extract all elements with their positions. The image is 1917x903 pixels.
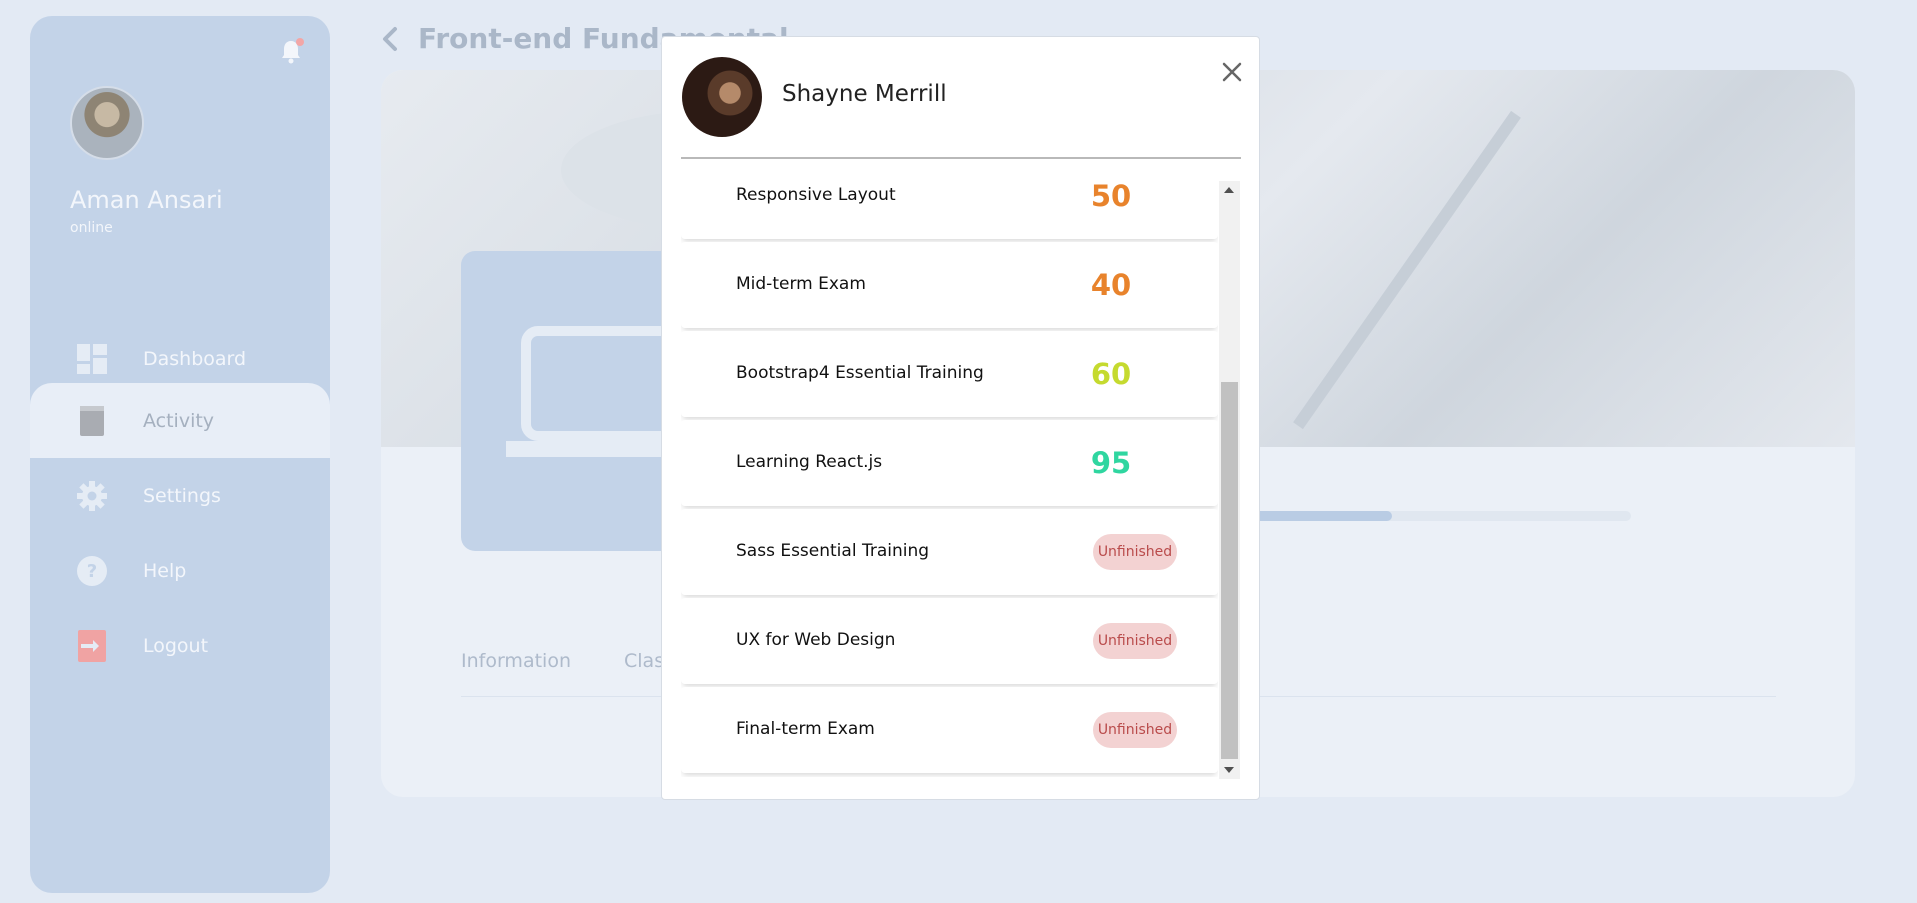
course-progress-fill — [1251, 511, 1392, 521]
scores-list[interactable]: Responsive Layout 50 Mid-term Exam 40 Bootst… — [681, 181, 1218, 777]
nav-help-label: Help — [143, 559, 187, 582]
score-value: 40 — [1090, 268, 1132, 302]
nav-dashboard-label: Dashboard — [143, 347, 247, 370]
back-chevron-icon[interactable] — [380, 26, 400, 52]
score-row[interactable]: Final-term Exam Unfinished — [681, 687, 1218, 773]
unfinished-badge: Unfinished — [1093, 623, 1177, 659]
nav-logout[interactable]: Logout — [30, 608, 330, 683]
score-row[interactable]: Responsive Layout 50 — [681, 181, 1218, 239]
user-avatar[interactable] — [70, 86, 144, 160]
user-status: online — [70, 220, 113, 236]
scroll-down-arrow-icon[interactable] — [1224, 767, 1234, 773]
score-row[interactable]: UX for Web Design Unfinished — [681, 598, 1218, 684]
course-title: Sass Essential Training — [736, 541, 930, 561]
course-title: Bootstrap4 Essential Training — [736, 363, 984, 383]
student-name: Shayne Merrill — [782, 81, 947, 107]
score-value: 60 — [1090, 357, 1132, 391]
help-icon: ? — [76, 555, 108, 587]
user-name: Aman Ansari — [70, 186, 223, 214]
score-row[interactable]: Mid-term Exam 40 — [681, 242, 1218, 328]
nav-settings[interactable]: Settings — [30, 458, 330, 533]
nav-activity-label: Activity — [143, 409, 215, 432]
modal-divider — [681, 157, 1241, 159]
course-title: Final-term Exam — [736, 719, 875, 739]
course-progress-bar — [1251, 511, 1631, 521]
logout-icon — [76, 629, 108, 662]
nav-help[interactable]: ? Help — [30, 533, 330, 608]
score-value: 50 — [1090, 181, 1132, 213]
student-scores-modal: Shayne Merrill Responsive Layout 50 Mid-te… — [661, 36, 1260, 800]
nav-logout-label: Logout — [143, 634, 209, 657]
score-row[interactable]: Sass Essential Training Unfinished — [681, 509, 1218, 595]
scroll-up-arrow-icon[interactable] — [1224, 187, 1234, 193]
book-icon — [76, 405, 108, 437]
notification-dot — [296, 38, 304, 46]
dashboard-icon — [76, 343, 108, 375]
svg-text:?: ? — [87, 561, 97, 582]
course-title: UX for Web Design — [736, 630, 896, 650]
score-row[interactable]: Learning React.js 95 — [681, 420, 1218, 506]
tab-information[interactable]: Information — [461, 650, 571, 672]
scroll-thumb[interactable] — [1221, 382, 1238, 759]
tab-class[interactable]: Clas — [624, 650, 664, 672]
course-title: Mid-term Exam — [736, 274, 866, 294]
sidebar: Aman Ansari online Dashboard Activity Se… — [30, 16, 330, 893]
nav-settings-label: Settings — [143, 484, 221, 507]
nav-activity[interactable]: Activity — [30, 383, 330, 458]
gear-icon — [76, 480, 108, 512]
unfinished-badge: Unfinished — [1093, 534, 1177, 570]
close-icon[interactable] — [1217, 57, 1247, 87]
course-title: Learning React.js — [736, 452, 883, 472]
score-row[interactable]: Bootstrap4 Essential Training 60 — [681, 331, 1218, 417]
scores-scrollbar[interactable] — [1219, 181, 1240, 779]
student-avatar — [682, 57, 762, 137]
course-title: Responsive Layout — [736, 185, 896, 205]
score-value: 95 — [1090, 446, 1132, 480]
unfinished-badge: Unfinished — [1093, 712, 1177, 748]
